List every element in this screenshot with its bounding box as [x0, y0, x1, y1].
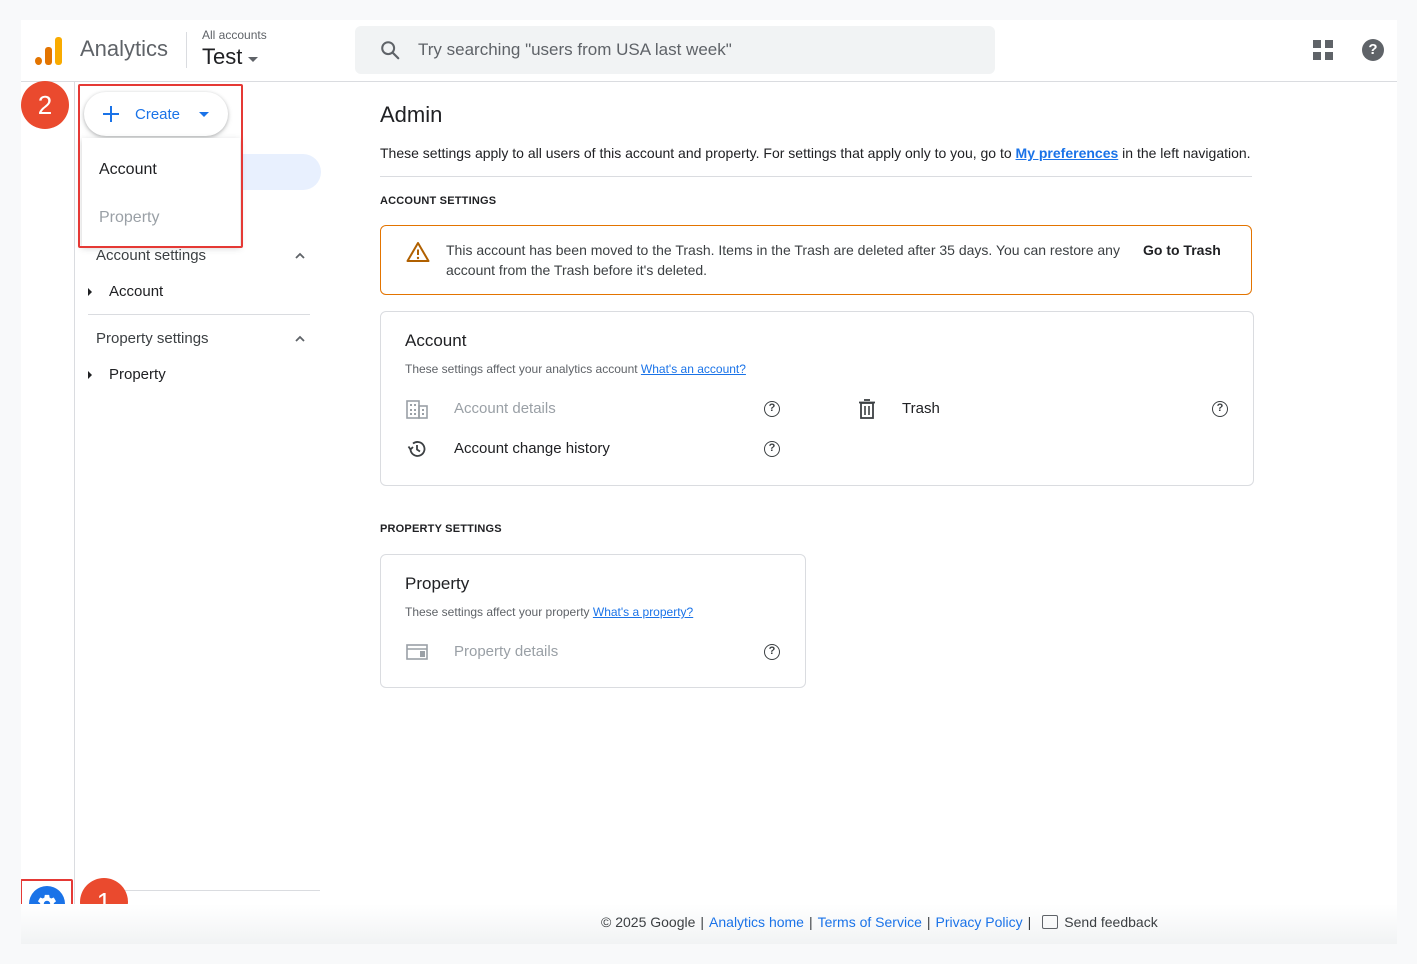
account-card-desc: These settings affect your analytics acc…	[405, 362, 746, 376]
trash-label: Trash	[902, 400, 940, 417]
intro-suffix: in the left navigation.	[1118, 145, 1251, 161]
footer-separator: |	[808, 914, 813, 930]
go-to-trash-button[interactable]: Go to Trash	[1143, 242, 1221, 258]
footer-link-analytics-home[interactable]: Analytics home	[709, 914, 804, 930]
footer-separator: |	[926, 914, 931, 930]
footer-separator: |	[1027, 914, 1032, 930]
building-icon	[406, 400, 428, 419]
account-settings-heading: ACCOUNT SETTINGS	[380, 195, 497, 207]
expand-arrow-icon	[88, 370, 92, 379]
chevron-up-icon[interactable]	[294, 250, 306, 262]
footer-links: © 2025 Google | Analytics home | Terms o…	[601, 914, 1158, 930]
warning-icon	[406, 242, 430, 262]
chevron-up-icon[interactable]	[294, 333, 306, 345]
warning-text: This account has been moved to the Trash…	[446, 242, 1120, 278]
top-app-bar: Analytics All accounts Test Try searchin…	[21, 20, 1397, 82]
feedback-icon[interactable]	[1042, 915, 1059, 929]
help-icon[interactable]: ?	[1362, 39, 1384, 61]
property-card-title: Property	[405, 574, 470, 593]
whats-a-property-link[interactable]: What's a property?	[593, 605, 693, 619]
search-bar[interactable]: Try searching "users from USA last week"	[355, 26, 995, 74]
trash-warning-banner: This account has been moved to the Trash…	[380, 225, 1252, 295]
caret-down-icon	[248, 56, 259, 62]
account-picker-name: Test	[202, 44, 243, 69]
expand-arrow-icon	[88, 287, 92, 296]
nav-item-account[interactable]: Account	[88, 283, 163, 300]
help-circle-icon[interactable]: ?	[764, 401, 780, 417]
property-card: Property These settings affect your prop…	[380, 554, 806, 688]
analytics-logo-icon[interactable]	[35, 35, 63, 65]
nav-item-property[interactable]: Property	[88, 366, 166, 383]
help-circle-icon[interactable]: ?	[1212, 401, 1228, 417]
intro-text: These settings apply to all users of thi…	[380, 145, 1251, 161]
search-input[interactable]: Try searching "users from USA last week"	[418, 40, 732, 60]
whats-an-account-link[interactable]: What's an account?	[641, 362, 746, 376]
property-window-icon	[406, 644, 428, 660]
my-preferences-link[interactable]: My preferences	[1016, 145, 1119, 161]
footer: © 2025 Google | Analytics home | Terms o…	[21, 904, 1397, 944]
app-name: Analytics	[80, 36, 169, 61]
history-icon	[407, 441, 426, 457]
footer-copyright: © 2025 Google	[601, 914, 696, 930]
account-change-history-row[interactable]: Account change history ?	[406, 437, 782, 461]
intro-prefix: These settings apply to all users of thi…	[380, 145, 1016, 161]
main-divider	[380, 176, 1252, 177]
account-details-label: Account details	[454, 400, 556, 417]
trash-icon	[859, 399, 875, 419]
trash-row[interactable]: Trash ?	[856, 397, 1230, 421]
property-details-row[interactable]: Property details ?	[406, 640, 782, 664]
search-icon	[381, 41, 400, 60]
account-details-row[interactable]: Account details ?	[406, 397, 782, 421]
account-picker-label[interactable]: All accounts	[202, 28, 267, 42]
property-settings-heading: PROPERTY SETTINGS	[380, 523, 502, 535]
account-card: Account These settings affect your analy…	[380, 311, 1254, 486]
annotation-badge-2: 2	[21, 81, 69, 129]
header-divider	[186, 32, 187, 68]
account-card-title: Account	[405, 331, 467, 350]
footer-link-privacy[interactable]: Privacy Policy	[936, 914, 1023, 930]
nav-section-account-settings[interactable]: Account settings	[96, 247, 206, 264]
property-card-desc: These settings affect your property What…	[405, 605, 693, 619]
analytics-window: Analytics All accounts Test Try searchin…	[21, 20, 1397, 944]
nav-item-account-label: Account	[109, 283, 164, 300]
help-circle-icon[interactable]: ?	[764, 441, 780, 457]
footer-separator: |	[700, 914, 705, 930]
help-circle-icon[interactable]: ?	[764, 644, 780, 660]
apps-grid-icon[interactable]	[1313, 40, 1333, 60]
send-feedback-link[interactable]: Send feedback	[1064, 914, 1157, 930]
nav-selected-item[interactable]	[241, 154, 321, 190]
account-card-desc-text: These settings affect your analytics acc…	[405, 362, 641, 376]
property-details-label: Property details	[454, 643, 559, 660]
account-change-history-label: Account change history	[454, 440, 610, 457]
nav-section-property-settings[interactable]: Property settings	[96, 330, 209, 347]
footer-link-terms[interactable]: Terms of Service	[818, 914, 922, 930]
property-card-desc-text: These settings affect your property	[405, 605, 593, 619]
nav-item-property-label: Property	[109, 366, 166, 383]
left-nav-rail	[21, 82, 75, 944]
highlight-box-create-menu	[78, 84, 243, 248]
nav-divider	[88, 314, 310, 315]
page-title: Admin	[380, 102, 443, 127]
account-picker[interactable]: Test	[202, 44, 259, 70]
